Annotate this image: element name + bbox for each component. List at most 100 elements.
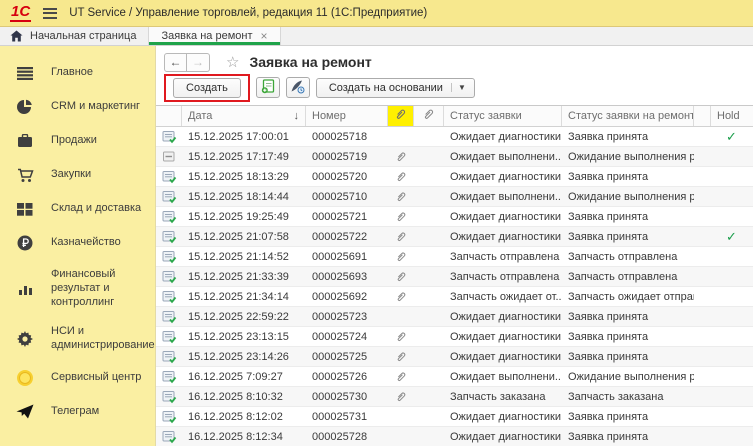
page-title: Заявка на ремонт bbox=[249, 54, 371, 70]
posted-document-icon bbox=[156, 267, 182, 286]
header-number[interactable]: Номер bbox=[306, 106, 388, 126]
cell-status-client: Заявка принята bbox=[562, 327, 694, 346]
sidebar-item-kaznacheystvo[interactable]: Казначейство bbox=[0, 226, 155, 260]
table-row[interactable]: 15.12.2025 22:59:22000025723Ожидает диаг… bbox=[156, 307, 753, 327]
cell-status: Ожидает выполнени... bbox=[444, 187, 562, 206]
header-status-client[interactable]: Статус заявки на ремонт для кл... bbox=[562, 106, 694, 126]
cell-spacer bbox=[694, 227, 711, 246]
cell-hold-empty bbox=[711, 427, 752, 446]
sidebar-item-zakupki[interactable]: Закупки bbox=[0, 158, 155, 192]
cell-attachment2-empty bbox=[414, 407, 444, 426]
cell-hold-empty bbox=[711, 147, 752, 166]
table-row[interactable]: 15.12.2025 21:14:52000025691Запчасть отп… bbox=[156, 247, 753, 267]
cell-number: 000025730 bbox=[306, 387, 388, 406]
cell-spacer bbox=[694, 187, 711, 206]
table-row[interactable]: 16.12.2025 7:09:27000025726Ожидает выпол… bbox=[156, 367, 753, 387]
cell-spacer bbox=[694, 147, 711, 166]
cell-status: Ожидает диагностики bbox=[444, 167, 562, 186]
postpone-button[interactable] bbox=[286, 77, 310, 98]
sidebar-item-label: Сервисный центр bbox=[51, 371, 149, 385]
create-button[interactable]: Создать bbox=[173, 78, 241, 98]
table-row[interactable]: 15.12.2025 23:14:26000025725Ожидает диаг… bbox=[156, 347, 753, 367]
sidebar-item-fin-rezultat[interactable]: Финансовый результат и контроллинг bbox=[0, 260, 155, 317]
cell-spacer bbox=[694, 127, 711, 146]
cell-status-client: Заявка принята bbox=[562, 167, 694, 186]
paperclip-icon bbox=[388, 287, 414, 306]
header-date[interactable]: Дата ↓ bbox=[182, 106, 306, 126]
cell-attachment2-empty bbox=[414, 127, 444, 146]
cell-status: Ожидает выполнени... bbox=[444, 367, 562, 386]
cell-number: 000025720 bbox=[306, 167, 388, 186]
table-row[interactable]: 16.12.2025 8:10:32000025730Запчасть зака… bbox=[156, 387, 753, 407]
cell-attachment2-empty bbox=[414, 207, 444, 226]
feather-clock-icon bbox=[290, 79, 305, 97]
sidebar-item-crm-marketing[interactable]: CRM и маркетинг bbox=[0, 90, 155, 124]
cell-status: Ожидает диагностики bbox=[444, 427, 562, 446]
table-row[interactable]: 15.12.2025 18:13:29000025720Ожидает диаг… bbox=[156, 167, 753, 187]
gear-icon bbox=[16, 330, 34, 348]
sidebar-item-label: Финансовый результат и контроллинг bbox=[51, 268, 149, 309]
sidebar-item-label: Продажи bbox=[51, 134, 149, 148]
cell-status-client: Ожидание выполнения ремонта bbox=[562, 187, 694, 206]
create-based-on-label: Создать на основании bbox=[329, 82, 443, 94]
table-row[interactable]: 16.12.2025 8:12:02000025731Ожидает диагн… bbox=[156, 407, 753, 427]
forward-button[interactable]: → bbox=[187, 53, 210, 72]
cell-hold-empty bbox=[711, 167, 752, 186]
create-based-on-button[interactable]: Создать на основании ▼ bbox=[316, 78, 475, 98]
header-status-label: Статус заявки bbox=[450, 110, 522, 122]
cell-number: 000025692 bbox=[306, 287, 388, 306]
cell-status: Ожидает диагностики bbox=[444, 327, 562, 346]
toolbar: Создать Создать на основании ▼ bbox=[156, 74, 753, 104]
cell-date: 15.12.2025 23:13:15 bbox=[182, 327, 306, 346]
cell-status: Запчасть ожидает от... bbox=[444, 287, 562, 306]
sidebar-item-telegram[interactable]: Телеграм bbox=[0, 395, 155, 429]
sidebar-item-service-center[interactable]: Сервисный центр bbox=[0, 361, 155, 395]
warehouse-grid-icon bbox=[16, 200, 34, 218]
table-row[interactable]: 15.12.2025 18:14:44000025710Ожидает выпо… bbox=[156, 187, 753, 207]
table-row[interactable]: 15.12.2025 23:13:15000025724 Ожидает диаг… bbox=[156, 327, 753, 347]
header-attachment-highlighted[interactable] bbox=[388, 106, 414, 126]
header-doc-icon-column[interactable] bbox=[156, 106, 182, 126]
cell-number: 000025724 bbox=[306, 327, 388, 346]
sidebar-item-label: НСИ и администрирование bbox=[51, 325, 155, 353]
sidebar-item-prodazhi[interactable]: Продажи bbox=[0, 124, 155, 158]
tab-home[interactable]: Начальная страница bbox=[0, 27, 148, 45]
tab-close-icon[interactable]: × bbox=[261, 30, 268, 42]
cell-date: 15.12.2025 23:14:26 bbox=[182, 347, 306, 366]
cell-spacer bbox=[694, 287, 711, 306]
cell-attachment2-empty bbox=[414, 427, 444, 446]
header-attachment[interactable] bbox=[414, 106, 444, 126]
table-row[interactable]: 16.12.2025 8:12:34000025728Ожидает диагн… bbox=[156, 427, 753, 446]
cell-number: 000025728 bbox=[306, 427, 388, 446]
header-hold-label: Hold bbox=[717, 110, 740, 122]
sidebar-item-sklad-dostavka[interactable]: Склад и доставка bbox=[0, 192, 155, 226]
home-icon bbox=[10, 30, 23, 42]
sidebar-item-label: Склад и доставка bbox=[51, 202, 149, 216]
cell-date: 15.12.2025 17:00:01 bbox=[182, 127, 306, 146]
hamburger-menu-icon[interactable] bbox=[43, 8, 57, 19]
tab-label: Заявка на ремонт bbox=[161, 30, 252, 42]
table-row[interactable]: 15.12.2025 19:25:49000025721Ожидает диаг… bbox=[156, 207, 753, 227]
paperclip-icon bbox=[388, 187, 414, 206]
tab-zayavka-na-remont[interactable]: Заявка на ремонт × bbox=[148, 27, 280, 45]
table-row[interactable]: 15.12.2025 17:17:49000025719Ожидает выпо… bbox=[156, 147, 753, 167]
header-status[interactable]: Статус заявки bbox=[444, 106, 562, 126]
header-hold[interactable]: Hold bbox=[711, 106, 752, 126]
header-status-client-label: Статус заявки на ремонт для кл... bbox=[568, 110, 694, 122]
table-row[interactable]: 15.12.2025 21:33:39000025693Запчасть отп… bbox=[156, 267, 753, 287]
cell-number: 000025691 bbox=[306, 247, 388, 266]
paperclip-icon bbox=[388, 147, 414, 166]
cell-number: 000025723 bbox=[306, 307, 388, 326]
cell-status-client: Заявка принята bbox=[562, 227, 694, 246]
table-row[interactable]: 15.12.2025 21:34:14000025692Запчасть ожи… bbox=[156, 287, 753, 307]
create-copy-button[interactable] bbox=[256, 77, 280, 98]
favorite-star-icon[interactable]: ☆ bbox=[226, 53, 239, 71]
table-row[interactable]: 15.12.2025 21:07:58000025722Ожидает диаг… bbox=[156, 227, 753, 247]
sidebar-item-glavnoe[interactable]: Главное bbox=[0, 56, 155, 90]
cell-number: 000025710 bbox=[306, 187, 388, 206]
sidebar-item-nsi-admin[interactable]: НСИ и администрирование bbox=[0, 317, 155, 361]
sidebar-item-label: Казначейство bbox=[51, 236, 149, 250]
posted-document-icon bbox=[156, 287, 182, 306]
back-button[interactable]: ← bbox=[164, 53, 187, 72]
table-row[interactable]: 15.12.2025 17:00:01000025718Ожидает диаг… bbox=[156, 127, 753, 147]
